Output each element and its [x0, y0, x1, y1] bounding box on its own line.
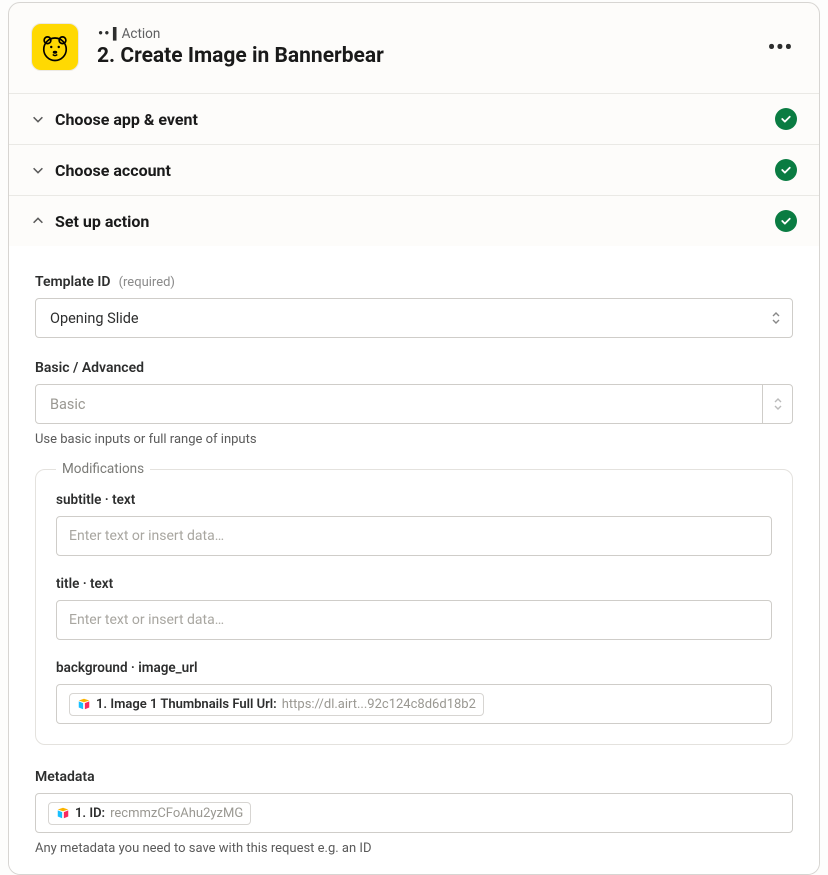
field-label: background · image_url: [56, 660, 772, 676]
action-glyph-icon: ••▐: [97, 27, 116, 41]
field-label: Metadata: [35, 769, 95, 785]
basic-advanced-select[interactable]: Basic: [35, 384, 793, 424]
step-type-label: Action: [122, 26, 161, 42]
field-help-text: Any metadata you need to save with this …: [35, 841, 793, 856]
required-indicator: (required): [119, 275, 175, 290]
status-complete-badge: [775, 159, 797, 181]
field-label: title · text: [56, 576, 772, 592]
step-title: 2. Create Image in Bannerbear: [97, 44, 764, 68]
check-icon: [780, 164, 792, 176]
modifications-fieldset: Modifications subtitle · text Enter text…: [35, 469, 793, 745]
fieldset-legend: Modifications: [56, 461, 150, 477]
background-image-url-input[interactable]: 1. Image 1 Thumbnails Full Url: https://…: [56, 684, 772, 724]
data-pill[interactable]: 1. ID: recmmzCFoAhu2yzMG: [48, 802, 251, 825]
chevron-down-icon: [31, 112, 45, 126]
field-template-id: Template ID (required) Opening Slide: [35, 274, 793, 338]
step-header-text: ••▐ Action 2. Create Image in Bannerbear: [97, 26, 764, 68]
step-menu-button[interactable]: •••: [764, 31, 797, 63]
section-choose-account[interactable]: Choose account: [9, 145, 819, 196]
field-label: subtitle · text: [56, 492, 772, 508]
section-setup-action[interactable]: Set up action: [9, 196, 819, 246]
template-id-select[interactable]: Opening Slide: [35, 298, 793, 338]
field-basic-advanced: Basic / Advanced Basic Use basic inputs …: [35, 360, 793, 447]
status-complete-badge: [775, 210, 797, 232]
setup-action-body: Template ID (required) Opening Slide Bas…: [9, 246, 819, 874]
bannerbear-app-icon: [31, 23, 79, 71]
field-metadata: Metadata 1. ID: recmmzCFoAhu2yzMG Any me…: [35, 769, 793, 856]
input-placeholder: Enter text or insert data…: [69, 612, 224, 628]
field-title-text: title · text Enter text or insert data…: [56, 576, 772, 640]
field-label: Template ID: [35, 274, 111, 290]
status-complete-badge: [775, 108, 797, 130]
metadata-input[interactable]: 1. ID: recmmzCFoAhu2yzMG: [35, 793, 793, 833]
pill-value: recmmzCFoAhu2yzMG: [110, 806, 243, 821]
chevron-up-icon: [31, 214, 45, 228]
select-placeholder: Basic: [50, 396, 86, 413]
field-help-text: Use basic inputs or full range of inputs: [35, 432, 793, 447]
section-title: Set up action: [55, 212, 775, 231]
field-label: Basic / Advanced: [35, 360, 144, 376]
check-icon: [780, 113, 792, 125]
airtable-icon: [77, 697, 91, 711]
check-icon: [780, 215, 792, 227]
data-pill[interactable]: 1. Image 1 Thumbnails Full Url: https://…: [69, 693, 484, 716]
pill-label: 1. Image 1 Thumbnails Full Url:: [96, 697, 277, 712]
pill-label: 1. ID:: [75, 806, 105, 821]
select-caret-icon: [770, 310, 782, 326]
action-step-card: ••▐ Action 2. Create Image in Bannerbear…: [8, 2, 820, 875]
chevron-down-icon: [31, 163, 45, 177]
title-text-input[interactable]: Enter text or insert data…: [56, 600, 772, 640]
input-placeholder: Enter text or insert data…: [69, 528, 224, 544]
select-caret-icon: [772, 396, 784, 412]
pill-value: https://dl.airt...92c124c8d6d18b2: [282, 697, 476, 712]
select-caret-button[interactable]: [762, 385, 792, 423]
field-background-image-url: background · image_url 1. Image 1 Thumbn…: [56, 660, 772, 724]
step-header: ••▐ Action 2. Create Image in Bannerbear…: [9, 3, 819, 94]
field-subtitle-text: subtitle · text Enter text or insert dat…: [56, 492, 772, 556]
select-value: Opening Slide: [50, 310, 139, 327]
subtitle-text-input[interactable]: Enter text or insert data…: [56, 516, 772, 556]
section-title: Choose app & event: [55, 110, 775, 129]
section-title: Choose account: [55, 161, 775, 180]
airtable-icon: [56, 806, 70, 820]
section-choose-app-event[interactable]: Choose app & event: [9, 94, 819, 145]
